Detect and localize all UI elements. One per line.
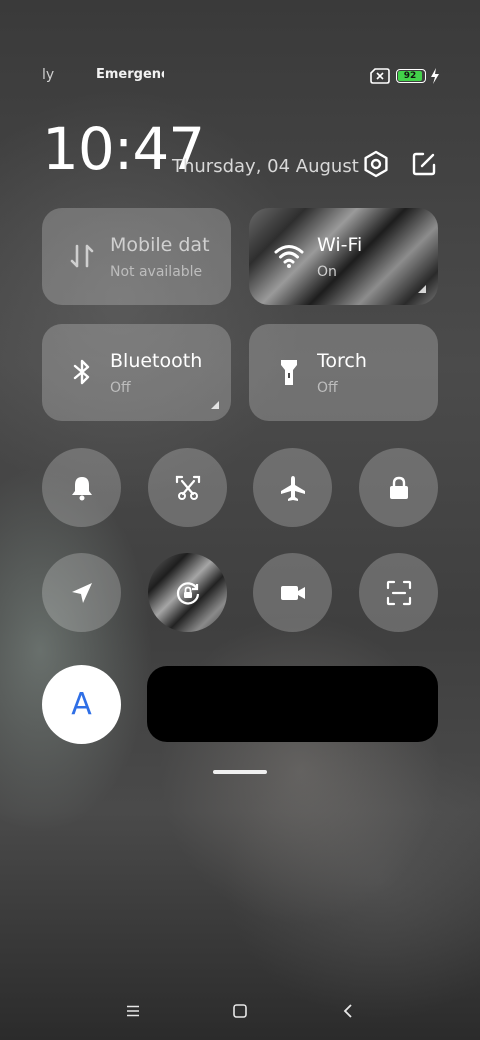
- tile-torch-title: Torch: [317, 350, 367, 372]
- bell-icon: [71, 476, 92, 500]
- mobile-data-icon: [70, 244, 94, 268]
- tile-mobile-data-title: Mobile data: [110, 234, 210, 256]
- tile-mobile-data[interactable]: Mobile data Not available: [42, 208, 231, 305]
- carrier-label-1: ly: [42, 67, 55, 83]
- settings-icon[interactable]: [362, 150, 390, 178]
- scissors-screenshot-icon: [175, 475, 200, 500]
- date-label: Thursday, 04 August: [172, 156, 359, 177]
- torch-icon: [281, 360, 297, 385]
- scan-icon: [386, 580, 411, 605]
- status-bar: ly Emergency 92: [0, 64, 480, 90]
- toggle-sound[interactable]: [42, 448, 121, 527]
- airplane-icon: [280, 475, 305, 501]
- navigation-bar: [0, 996, 480, 1026]
- toggle-lock-screen[interactable]: [359, 448, 438, 527]
- tile-bluetooth-status: Off: [110, 380, 131, 396]
- battery-indicator: 92: [396, 69, 426, 83]
- back-chevron-icon: [343, 1004, 352, 1018]
- menu-icon: [127, 1005, 139, 1017]
- auto-brightness-letter: A: [71, 687, 92, 722]
- tile-wifi[interactable]: Wi-Fi On: [249, 208, 438, 305]
- lock-icon: [389, 476, 408, 499]
- home-button[interactable]: [225, 996, 255, 1026]
- tile-wifi-title: Wi-Fi: [317, 234, 363, 256]
- panel-drag-handle[interactable]: [213, 770, 267, 774]
- tile-torch[interactable]: Torch Off: [249, 324, 438, 421]
- bolt-icon: [431, 68, 439, 84]
- toggle-screen-record[interactable]: [253, 553, 332, 632]
- bluetooth-icon: [73, 359, 90, 385]
- sim-missing-icon: [370, 68, 390, 84]
- carrier-label-2: Emergency: [96, 67, 164, 82]
- brightness-slider[interactable]: [147, 666, 438, 742]
- edit-icon[interactable]: [410, 150, 438, 178]
- back-button[interactable]: [333, 996, 363, 1026]
- tile-wifi-expand-indicator[interactable]: [418, 285, 426, 293]
- home-square-icon: [233, 1004, 247, 1018]
- video-camera-icon: [280, 585, 305, 600]
- tile-mobile-data-status: Not available: [110, 264, 203, 280]
- toggle-scanner[interactable]: [359, 553, 438, 632]
- toggle-location[interactable]: [42, 553, 121, 632]
- toggle-airplane[interactable]: [253, 448, 332, 527]
- tile-torch-status: Off: [317, 380, 338, 396]
- tile-wifi-status: On: [317, 264, 337, 280]
- tile-bluetooth-title: Bluetooth: [110, 350, 203, 372]
- recents-button[interactable]: [118, 996, 148, 1026]
- battery-fill: 92: [398, 71, 422, 81]
- tile-bluetooth[interactable]: Bluetooth Off: [42, 324, 231, 421]
- toggle-screenshot[interactable]: [148, 448, 227, 527]
- location-arrow-icon: [71, 582, 92, 603]
- battery-level: 92: [403, 70, 417, 81]
- rotation-lock-icon: [176, 581, 199, 604]
- toggle-rotation-lock[interactable]: [148, 553, 227, 632]
- tile-bluetooth-expand-indicator[interactable]: [211, 401, 219, 409]
- auto-brightness-button[interactable]: A: [42, 665, 121, 744]
- wifi-icon: [274, 245, 304, 268]
